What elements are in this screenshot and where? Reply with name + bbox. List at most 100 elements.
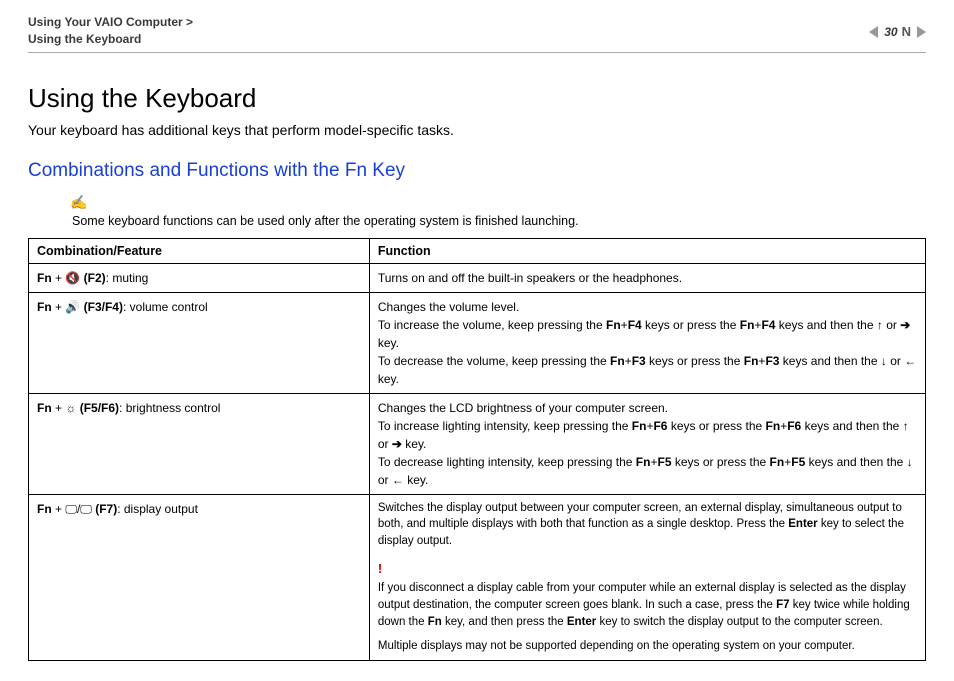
key-word: key. [402, 437, 426, 451]
breadcrumb: Using Your VAIO Computer > Using the Key… [28, 14, 193, 48]
combo-cell-f7: Fn + 🖵/🖵 (F7): display output [29, 494, 370, 661]
key-fn: Fn [740, 318, 755, 332]
func-text: key, and then press the [442, 616, 567, 628]
func-text: keys and then the [801, 419, 902, 433]
arrow-left-icon: ← [904, 354, 916, 368]
key-fn: Fn [766, 419, 781, 433]
key-f5: F5 [657, 455, 671, 469]
key-enter: Enter [788, 518, 817, 530]
func-text: key to switch the display output to the … [596, 616, 882, 628]
key-fn: Fn [606, 318, 621, 332]
fn-key-table: Combination/Feature Function Fn + 🔇 (F2)… [28, 238, 926, 662]
key-fn: Fn [636, 455, 651, 469]
intro-text: Your keyboard has additional keys that p… [28, 122, 926, 138]
func-text: To decrease the volume, keep pressing th… [378, 354, 610, 368]
warning-icon: ! [378, 560, 382, 579]
func-text: To increase lighting intensity, keep pre… [378, 419, 632, 433]
arrow-right-icon: ➔ [900, 318, 910, 332]
external-display-icon: 🖵 [80, 502, 92, 516]
page-title: Using the Keyboard [28, 83, 926, 114]
func-text: To increase the volume, keep pressing th… [378, 318, 606, 332]
mute-icon: 🔇 [65, 271, 80, 285]
combo-desc: : display output [117, 502, 198, 516]
key-f3: F3 [765, 354, 779, 368]
combo-desc: : muting [106, 271, 149, 285]
fn-label: Fn [37, 502, 52, 516]
page-number: 30 [884, 25, 897, 39]
brightness-icon: ☼ [65, 401, 76, 415]
page-n-label: N [902, 24, 911, 39]
breadcrumb-section: Using Your VAIO Computer [28, 15, 183, 29]
func-text: keys and then the [805, 455, 906, 469]
key-f7: (F7) [92, 502, 117, 516]
func-text: keys or press the [646, 354, 744, 368]
func-line: Changes the LCD brightness of your compu… [378, 401, 668, 415]
fn-label: Fn [37, 271, 52, 285]
th-combination: Combination/Feature [29, 238, 370, 263]
key-enter: Enter [567, 616, 596, 628]
key-f6: F6 [653, 419, 667, 433]
key-f5f6: (F5/F6) [76, 401, 119, 415]
table-row: Fn + 🔊 (F3/F4): volume control Changes t… [29, 292, 926, 393]
or-sep: or [883, 318, 900, 332]
arrow-up-icon: ↑ [903, 419, 909, 433]
lcd-icon: 🖵 [65, 502, 77, 516]
plus: + [625, 354, 632, 368]
combo-cell-f2: Fn + 🔇 (F2): muting [29, 263, 370, 292]
note-pencil-icon: ✍ [70, 194, 87, 211]
func-text: Multiple displays may not be supported d… [378, 640, 855, 652]
table-row: Fn + 🔇 (F2): muting Turns on and off the… [29, 263, 926, 292]
combo-cell-f5f6: Fn + ☼ (F5/F6): brightness control [29, 393, 370, 494]
table-header-row: Combination/Feature Function [29, 238, 926, 263]
plus-sep: + [52, 502, 66, 516]
header-bar: Using Your VAIO Computer > Using the Key… [28, 14, 926, 48]
func-text: keys and then the [775, 318, 876, 332]
func-text: keys and then the [779, 354, 880, 368]
combo-cell-f3f4: Fn + 🔊 (F3/F4): volume control [29, 292, 370, 393]
key-f7: F7 [776, 599, 789, 611]
arrow-left-icon: ← [392, 473, 404, 487]
combo-desc: : volume control [123, 300, 208, 314]
document-page: Using Your VAIO Computer > Using the Key… [0, 0, 954, 681]
volume-icon: 🔊 [65, 300, 80, 314]
key-f3f4: (F3/F4) [80, 300, 123, 314]
plus: + [621, 318, 628, 332]
plus-sep: + [52, 300, 66, 314]
func-cell-f7: Switches the display output between your… [369, 494, 925, 661]
func-text: keys or press the [667, 419, 765, 433]
key-fn: Fn [770, 455, 785, 469]
key-f2: (F2) [80, 271, 105, 285]
combo-desc: : brightness control [119, 401, 220, 415]
key-fn: Fn [428, 616, 442, 628]
page-nav: 30 N [869, 14, 926, 39]
key-fn: Fn [632, 419, 647, 433]
header-divider [28, 52, 926, 53]
func-text: keys or press the [672, 455, 770, 469]
arrow-right-icon: ➔ [392, 437, 402, 451]
fn-label: Fn [37, 300, 52, 314]
func-cell-f3f4: Changes the volume level. To increase th… [369, 292, 925, 393]
func-cell-f5f6: Changes the LCD brightness of your compu… [369, 393, 925, 494]
next-page-icon[interactable] [917, 26, 926, 38]
th-function: Function [369, 238, 925, 263]
key-f6: F6 [787, 419, 801, 433]
section-heading: Combinations and Functions with the Fn K… [28, 160, 926, 182]
table-row: Fn + 🖵/🖵 (F7): display output Switches t… [29, 494, 926, 661]
breadcrumb-separator: > [186, 15, 193, 29]
key-f5: F5 [791, 455, 805, 469]
func-text: keys or press the [642, 318, 740, 332]
or-sep: or [378, 437, 392, 451]
key-word: key. [378, 336, 399, 350]
note-block: ✍ Some keyboard functions can be used on… [28, 194, 926, 228]
key-fn: Fn [610, 354, 625, 368]
key-word: key. [378, 372, 399, 386]
or-sep: or [887, 354, 904, 368]
key-f3: F3 [632, 354, 646, 368]
plus-sep: + [52, 271, 66, 285]
key-f4: F4 [761, 318, 775, 332]
func-text: To decrease lighting intensity, keep pre… [378, 455, 636, 469]
key-f4: F4 [628, 318, 642, 332]
prev-page-icon[interactable] [869, 26, 878, 38]
breadcrumb-page: Using the Keyboard [28, 32, 141, 46]
func-line: Changes the volume level. [378, 300, 519, 314]
